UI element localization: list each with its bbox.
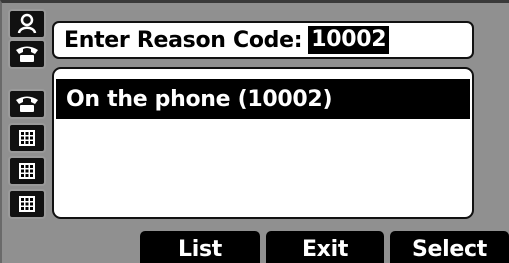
select-softkey-label: Select xyxy=(412,236,487,262)
keypad-icon xyxy=(19,163,35,179)
handset-icon xyxy=(14,94,40,114)
list-softkey[interactable]: List xyxy=(140,231,260,263)
softkey-bar: List Exit Select xyxy=(2,229,509,263)
line-key-1[interactable] xyxy=(8,9,46,39)
list-item[interactable]: On the phone (10002) xyxy=(56,79,470,119)
keypad-icon xyxy=(19,196,35,212)
list-item-label: On the phone (10002) xyxy=(66,86,333,112)
exit-softkey[interactable]: Exit xyxy=(266,231,384,263)
reason-code-header: Enter Reason Code: 10002 xyxy=(52,21,474,59)
reason-code-input[interactable]: 10002 xyxy=(308,26,390,54)
person-icon xyxy=(16,13,38,35)
exit-softkey-label: Exit xyxy=(301,236,349,262)
line-key-6[interactable] xyxy=(8,189,46,219)
select-softkey[interactable]: Select xyxy=(390,231,509,263)
reason-code-list: On the phone (10002) xyxy=(52,67,474,219)
handset-icon xyxy=(14,44,40,64)
line-key-5[interactable] xyxy=(8,156,46,186)
list-softkey-label: List xyxy=(178,236,222,262)
line-key-2[interactable] xyxy=(8,39,46,69)
line-key-4[interactable] xyxy=(8,123,46,153)
reason-code-label: Enter Reason Code: xyxy=(64,27,303,53)
keypad-icon xyxy=(19,130,35,146)
phone-screen: Enter Reason Code: 10002 On the phone (1… xyxy=(0,0,509,263)
line-key-3[interactable] xyxy=(8,89,46,119)
